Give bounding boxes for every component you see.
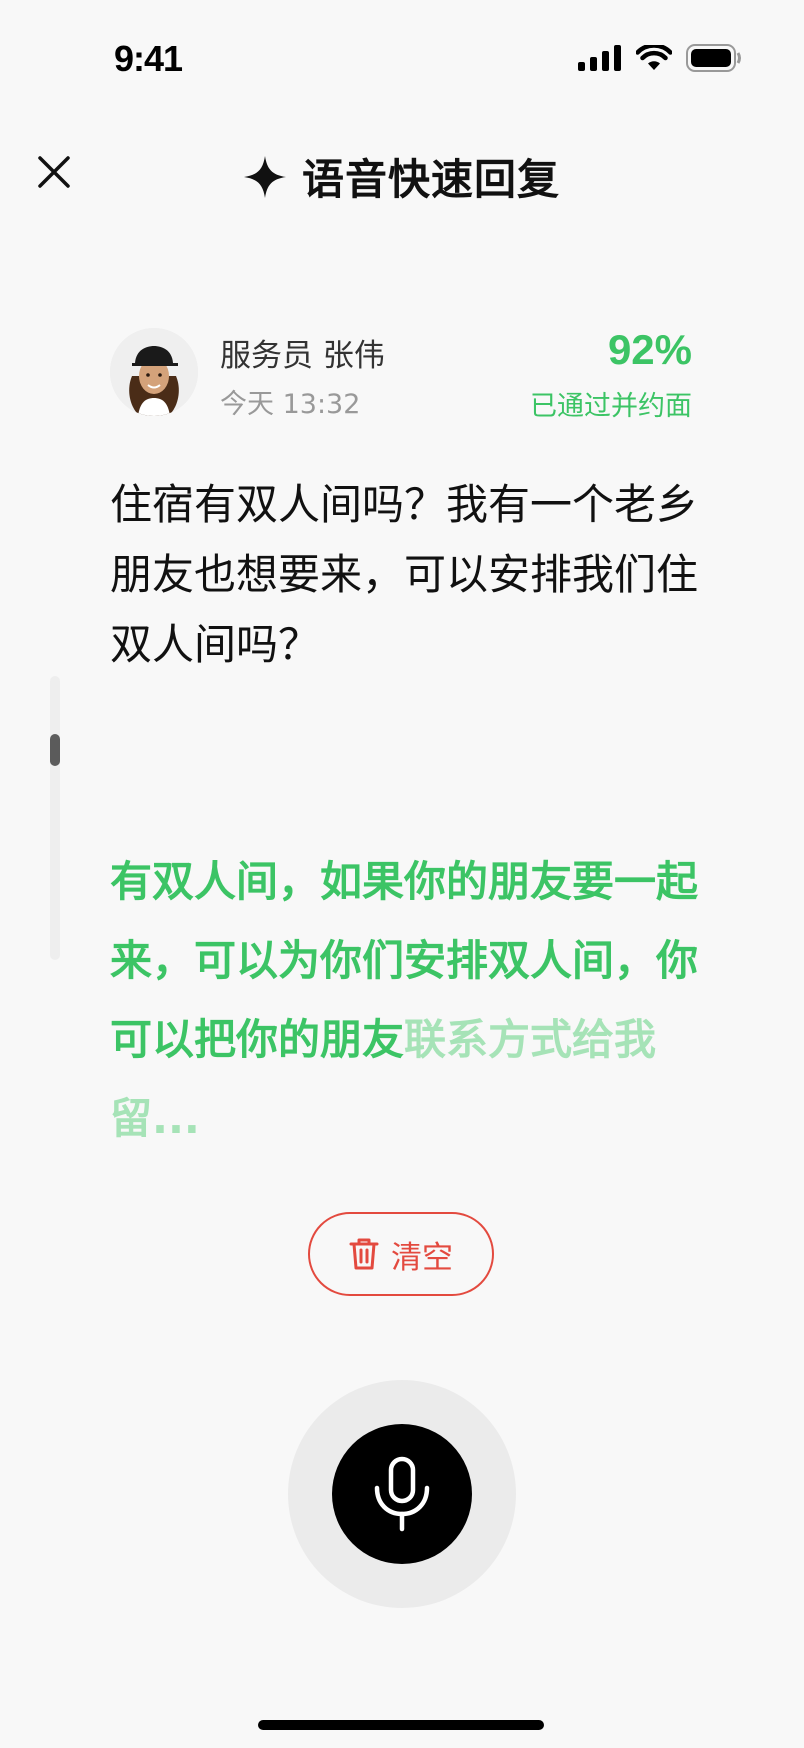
page-title: 语音快速回复: [301, 155, 560, 204]
microphone-button[interactable]: [332, 1424, 472, 1564]
question-text: 住宿有双人间吗？我有一个老乡朋友也想要来，可以安排我们住双人间吗？: [110, 480, 699, 669]
staff-avatar-image: [110, 328, 198, 416]
home-indicator[interactable]: [258, 1720, 544, 1730]
wifi-icon: [636, 45, 672, 70]
battery-icon: [686, 44, 741, 72]
clear-button[interactable]: 清空: [308, 1212, 494, 1296]
scrollbar-track[interactable]: [50, 676, 60, 960]
page-header: 语音快速回复: [0, 146, 804, 207]
status-time: 9:41: [114, 38, 183, 79]
signal-icon: [578, 45, 621, 71]
trash-icon: [349, 1238, 379, 1270]
score-status-label: 已通过并约面: [530, 391, 692, 422]
clear-label: 清空: [391, 1239, 453, 1276]
match-score: 92%: [607, 326, 692, 373]
staff-name: 服务员 张伟: [220, 338, 385, 374]
voice-quick-reply-screen: 9:41 语音快速回复 服务员 张伟 今天 13:32 92% 已通过并约面 住…: [0, 0, 804, 1748]
status-icons: [578, 44, 742, 72]
voice-reply-text: 有双人间，如果你的朋友要一起来，可以为你们安排双人间，你可以把你的朋友联系方式给…: [110, 842, 700, 1158]
message-time: 今天 13:32: [220, 389, 361, 420]
sparkle-icon: [243, 155, 286, 198]
microphone-icon: [374, 1456, 430, 1532]
scrollbar-thumb[interactable]: [50, 734, 60, 766]
avatar: [110, 328, 198, 416]
